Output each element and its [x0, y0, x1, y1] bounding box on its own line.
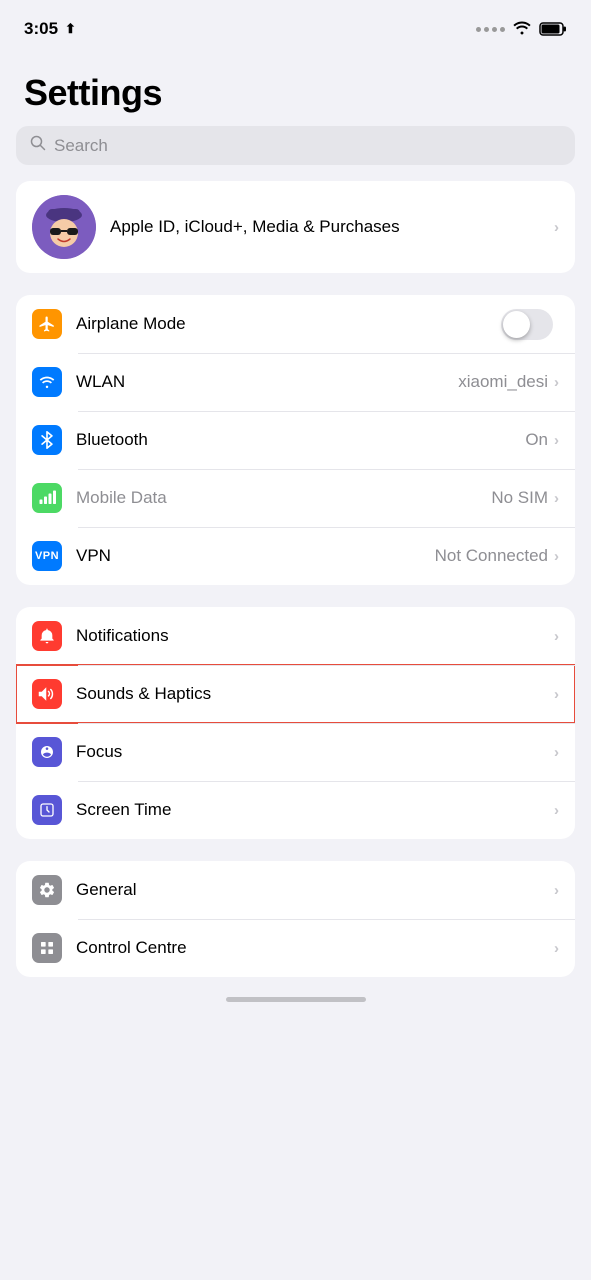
toggle-knob: [503, 311, 530, 338]
wifi-status-icon: [511, 19, 533, 40]
general-settings-chevron: ›: [554, 882, 559, 899]
home-indicator-area: [0, 977, 591, 1012]
screen-time-icon: [32, 795, 62, 825]
wlan-label: WLAN: [76, 372, 458, 392]
sounds-haptics-row[interactable]: Sounds & Haptics ›: [16, 665, 575, 723]
vpn-text: VPN: [35, 550, 59, 562]
profile-info: Apple ID, iCloud+, Media & Purchases: [110, 217, 554, 237]
profile-section: Apple ID, iCloud+, Media & Purchases ›: [16, 181, 575, 273]
vpn-icon: VPN: [32, 541, 62, 571]
general-section: Notifications › Sounds & Haptics › Focus…: [16, 607, 575, 839]
wlan-value: xiaomi_desi: [458, 372, 548, 392]
bluetooth-value: On: [525, 430, 548, 450]
signal-icon: [476, 27, 505, 32]
profile-name: Apple ID, iCloud+, Media & Purchases: [110, 217, 400, 236]
search-placeholder-text: Search: [54, 136, 108, 156]
wlan-chevron: ›: [554, 374, 559, 391]
status-bar: 3:05 ⬆: [0, 0, 591, 52]
focus-row[interactable]: Focus ›: [16, 723, 575, 781]
home-indicator: [226, 997, 366, 1002]
focus-chevron: ›: [554, 744, 559, 761]
mobile-data-icon: [32, 483, 62, 513]
sounds-haptics-chevron: ›: [554, 686, 559, 703]
control-centre-chevron: ›: [554, 940, 559, 957]
airplane-mode-row[interactable]: Airplane Mode: [16, 295, 575, 353]
sounds-haptics-icon: [32, 679, 62, 709]
general-row[interactable]: General ›: [16, 861, 575, 919]
profile-chevron: ›: [554, 219, 559, 236]
battery-icon: [539, 21, 567, 37]
vpn-row[interactable]: VPN VPN Not Connected ›: [16, 527, 575, 585]
wlan-row[interactable]: WLAN xiaomi_desi ›: [16, 353, 575, 411]
focus-label: Focus: [76, 742, 554, 762]
bluetooth-icon: [32, 425, 62, 455]
time-display: 3:05: [24, 19, 58, 39]
airplane-mode-icon: [32, 309, 62, 339]
profile-row[interactable]: Apple ID, iCloud+, Media & Purchases ›: [16, 181, 575, 273]
status-time: 3:05 ⬆: [24, 19, 76, 39]
airplane-mode-toggle[interactable]: [501, 309, 553, 340]
screen-time-chevron: ›: [554, 802, 559, 819]
vpn-value: Not Connected: [435, 546, 548, 566]
screen-time-label: Screen Time: [76, 800, 554, 820]
search-icon: [30, 135, 46, 156]
vpn-label: VPN: [76, 546, 435, 566]
general-settings-label: General: [76, 880, 554, 900]
avatar: [32, 195, 96, 259]
search-bar-wrap: Search: [0, 126, 591, 181]
bluetooth-row[interactable]: Bluetooth On ›: [16, 411, 575, 469]
mobile-data-row[interactable]: Mobile Data No SIM ›: [16, 469, 575, 527]
bluetooth-chevron: ›: [554, 432, 559, 449]
status-icons: [476, 19, 567, 40]
mobile-data-chevron: ›: [554, 490, 559, 507]
bluetooth-label: Bluetooth: [76, 430, 525, 450]
notifications-label: Notifications: [76, 626, 554, 646]
focus-icon: [32, 737, 62, 767]
control-centre-row[interactable]: Control Centre ›: [16, 919, 575, 977]
notifications-chevron: ›: [554, 628, 559, 645]
control-centre-label: Control Centre: [76, 938, 554, 958]
screen-time-row[interactable]: Screen Time ›: [16, 781, 575, 839]
page-title-area: Settings: [0, 52, 591, 126]
general-settings-icon: [32, 875, 62, 905]
wlan-icon: [32, 367, 62, 397]
vpn-chevron: ›: [554, 548, 559, 565]
notifications-row[interactable]: Notifications ›: [16, 607, 575, 665]
sounds-haptics-label: Sounds & Haptics: [76, 684, 554, 704]
notifications-icon: [32, 621, 62, 651]
search-bar[interactable]: Search: [16, 126, 575, 165]
mobile-data-label: Mobile Data: [76, 488, 491, 508]
airplane-mode-label: Airplane Mode: [76, 314, 501, 334]
system-section: General › Control Centre ›: [16, 861, 575, 977]
control-centre-icon: [32, 933, 62, 963]
page-title: Settings: [24, 72, 567, 114]
connectivity-section: Airplane Mode WLAN xiaomi_desi › Bluetoo…: [16, 295, 575, 585]
location-icon: ⬆: [65, 21, 76, 37]
mobile-data-value: No SIM: [491, 488, 548, 508]
